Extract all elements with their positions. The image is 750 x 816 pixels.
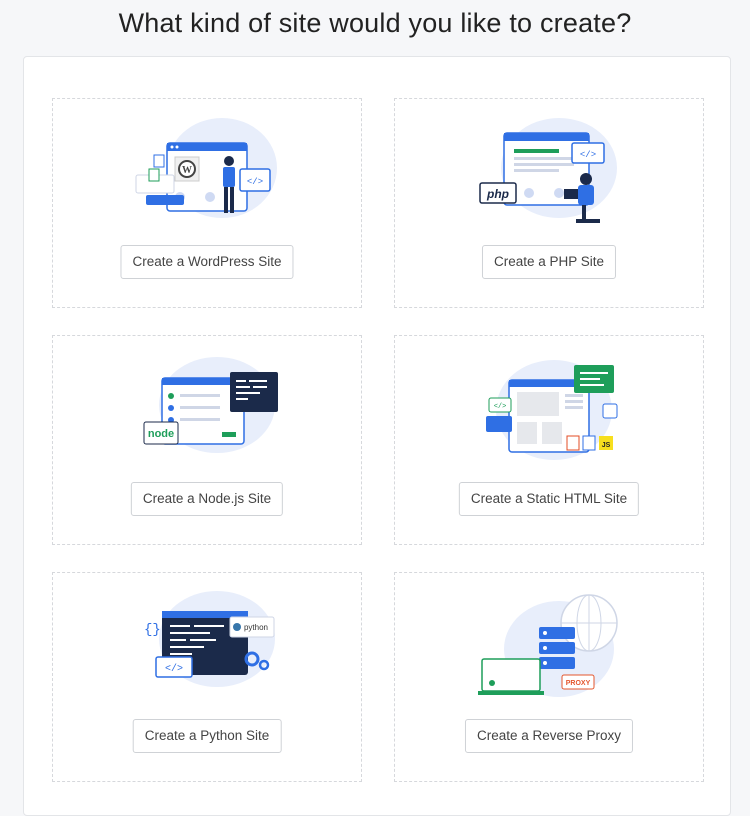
svg-text:{}: {} [144, 622, 161, 638]
node-badge: node [148, 428, 174, 440]
js-badge: JS [602, 442, 611, 449]
create-php-button[interactable]: Create a PHP Site [481, 245, 617, 279]
nodejs-card[interactable]: node Create a Node.js Site [52, 335, 362, 545]
wordpress-card[interactable]: W </> Create a WordPress Site [52, 98, 362, 308]
php-illustration: </> php [479, 118, 617, 223]
reverse-proxy-illustration: PROXY [478, 594, 618, 697]
proxy-badge: PROXY [566, 680, 591, 687]
create-reverse-proxy-button[interactable]: Create a Reverse Proxy [464, 719, 634, 753]
create-static-html-button[interactable]: Create a Static HTML Site [458, 482, 640, 516]
python-illustration: python </> {} [144, 591, 275, 687]
svg-text:</>: </> [494, 403, 507, 411]
python-badge: python [244, 623, 268, 632]
svg-text:</>: </> [165, 663, 183, 675]
create-python-button[interactable]: Create a Python Site [132, 719, 282, 753]
wordpress-illustration: W </> [135, 118, 277, 218]
create-nodejs-button[interactable]: Create a Node.js Site [130, 482, 284, 516]
create-wordpress-button[interactable]: Create a WordPress Site [120, 245, 294, 279]
reverse-proxy-card[interactable]: PROXY Create a Reverse Proxy [394, 572, 704, 782]
svg-text:W: W [182, 165, 192, 176]
static-html-card[interactable]: </> JS Create a Static HTML Site [394, 335, 704, 545]
python-card[interactable]: python </> {} Create a Python Site [52, 572, 362, 782]
site-type-panel: W </> Create a WordPress Site </> php Cr… [23, 56, 731, 816]
static-html-illustration: </> JS [486, 360, 618, 460]
nodejs-illustration: node [143, 357, 278, 453]
php-badge: php [486, 187, 509, 201]
svg-text:</>: </> [247, 177, 263, 187]
php-card[interactable]: </> php Create a PHP Site [394, 98, 704, 308]
svg-text:</>: </> [580, 150, 596, 160]
page-title: What kind of site would you like to crea… [118, 8, 632, 38]
